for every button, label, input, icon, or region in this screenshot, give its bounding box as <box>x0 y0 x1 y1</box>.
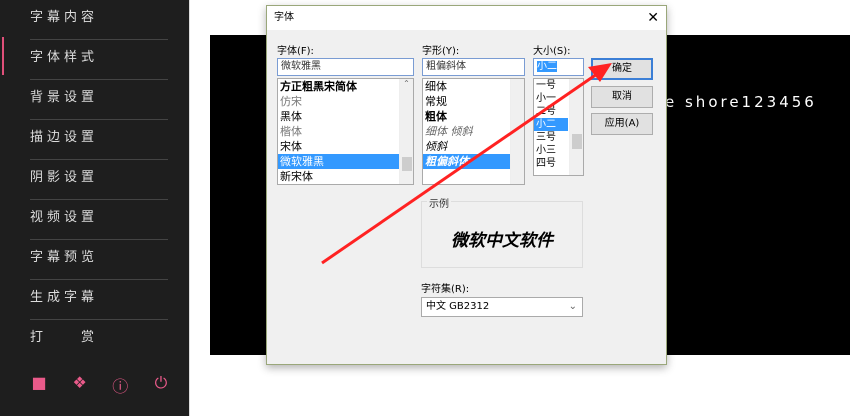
power-icon[interactable]: ⏻ <box>152 373 170 397</box>
apply-button[interactable]: 应用(A) <box>591 113 653 135</box>
size-input-value: 小二 <box>537 61 557 72</box>
font-label: 字体(F): <box>277 46 314 57</box>
list-item[interactable]: 细体 倾斜 <box>423 124 524 139</box>
ok-button[interactable]: 确定 <box>591 58 653 80</box>
list-item[interactable]: 仿宋 <box>278 94 413 109</box>
list-item[interactable]: 倾斜 <box>423 139 524 154</box>
list-item[interactable]: 小二 <box>534 118 568 131</box>
sample-group: 示例 微软中文软件 <box>421 195 583 268</box>
sidebar-item-video[interactable]: 视频设置 <box>30 200 168 240</box>
list-item[interactable]: 粗体 <box>423 109 524 124</box>
sidebar-item-stroke[interactable]: 描边设置 <box>30 120 168 160</box>
close-icon[interactable]: ✕ <box>647 6 659 30</box>
list-item[interactable]: 楷体 <box>278 124 413 139</box>
sidebar-item-background[interactable]: 背景设置 <box>30 80 168 120</box>
sample-text: 微软中文软件 <box>451 231 553 251</box>
sidebar-item-donate[interactable]: 打 赏 <box>30 320 168 360</box>
active-indicator <box>2 37 4 75</box>
scrollbar[interactable] <box>569 79 583 175</box>
list-item[interactable]: 常规 <box>423 94 524 109</box>
list-item[interactable]: 粗偏斜体 <box>423 154 524 169</box>
style-label: 字形(Y): <box>422 46 460 57</box>
preview-text: e shore123456 <box>665 93 817 111</box>
charset-value: 中文 GB2312 <box>426 301 490 312</box>
list-item[interactable]: 细体 <box>423 79 524 94</box>
cancel-button[interactable]: 取消 <box>591 86 653 108</box>
scrollbar[interactable] <box>510 79 524 184</box>
sidebar-item-font-style[interactable]: 字体样式 <box>30 40 168 80</box>
size-label: 大小(S): <box>533 46 571 57</box>
sidebar-item-generate[interactable]: 生成字幕 <box>30 280 168 320</box>
list-item[interactable]: 宋体 <box>278 139 413 154</box>
sidebar-item-shadow[interactable]: 阴影设置 <box>30 160 168 200</box>
list-item[interactable]: 微软雅黑 <box>278 154 413 169</box>
size-input[interactable]: 小二 <box>533 58 584 76</box>
sidebar-item-subtitle-content[interactable]: 字幕内容 <box>30 0 168 40</box>
font-input[interactable]: 微软雅黑 <box>277 58 414 76</box>
save-icon[interactable]: ■ <box>30 373 48 397</box>
font-list[interactable]: 方正粗黑宋简体 仿宋 黑体 楷体 宋体 微软雅黑 新宋体 ⌃ <box>277 78 414 185</box>
style-input[interactable]: 粗偏斜体 <box>422 58 525 76</box>
sidebar-item-preview[interactable]: 字幕预览 <box>30 240 168 280</box>
list-item[interactable]: 黑体 <box>278 109 413 124</box>
font-dialog: 字体 ✕ 字体(F): 微软雅黑 方正粗黑宋简体 仿宋 黑体 楷体 宋体 微软雅… <box>266 5 667 365</box>
size-list[interactable]: 一号 小一 二号 小二 三号 小三 四号 <box>533 78 584 176</box>
list-item[interactable]: 方正粗黑宋简体 <box>278 79 413 94</box>
scrollbar[interactable]: ⌃ <box>399 79 413 184</box>
sample-label: 示例 <box>427 195 451 210</box>
style-list[interactable]: 细体 常规 粗体 细体 倾斜 倾斜 粗偏斜体 <box>422 78 525 185</box>
dialog-title: 字体 <box>274 12 294 23</box>
chevron-down-icon: ⌄ <box>568 301 577 312</box>
sidebar: 字幕内容 字体样式 背景设置 描边设置 阴影设置 视频设置 字幕预览 生成字幕 … <box>0 0 190 416</box>
help-icon[interactable]: ⓘ <box>111 373 129 397</box>
cube-icon[interactable]: ❖ <box>71 373 89 397</box>
list-item[interactable]: 新宋体 <box>278 169 413 184</box>
charset-label: 字符集(R): <box>421 284 470 295</box>
charset-select[interactable]: 中文 GB2312 ⌄ <box>421 297 583 317</box>
